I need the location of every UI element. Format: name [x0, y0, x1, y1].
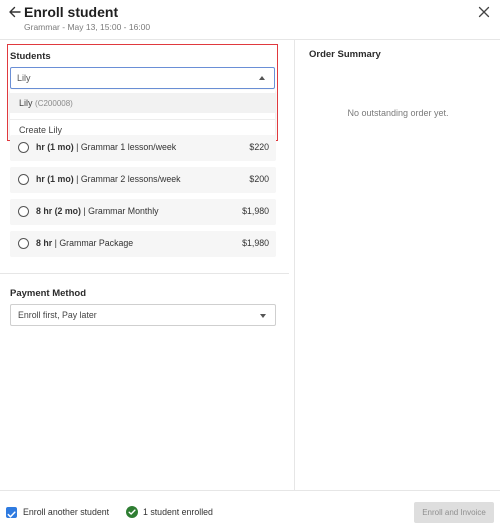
payment-method-select[interactable]: Enroll first, Pay later	[10, 304, 276, 326]
order-summary-panel: Order Summary No outstanding order yet.	[294, 40, 500, 490]
page-subtitle: Grammar - May 13, 15:00 - 16:00	[24, 22, 151, 32]
enrolled-status: 1 student enrolled	[143, 507, 213, 517]
back-arrow-icon[interactable]	[8, 5, 22, 19]
course-price: $220	[249, 142, 269, 152]
enroll-another-label[interactable]: Enroll another student	[23, 507, 109, 517]
radio-button[interactable]	[18, 206, 29, 217]
dialog-header: Enroll student Grammar - May 13, 15:00 -…	[0, 0, 500, 40]
enroll-and-invoice-button[interactable]: Enroll and Invoice	[414, 502, 494, 523]
check-icon	[7, 511, 16, 518]
highlight-box	[7, 44, 278, 141]
payment-method-value: Enroll first, Pay later	[18, 310, 97, 320]
radio-button[interactable]	[18, 174, 29, 185]
course-label: hr (1 mo) | Grammar 1 lesson/week	[36, 142, 177, 152]
course-option[interactable]: hr (1 mo) | Grammar 2 lessons/week $200	[10, 167, 276, 193]
course-label: hr (1 mo) | Grammar 2 lessons/week	[36, 174, 181, 184]
radio-button[interactable]	[18, 142, 29, 153]
payment-method-label: Payment Method	[10, 288, 87, 299]
chevron-down-icon	[260, 314, 266, 318]
course-option[interactable]: 8 hr | Grammar Package $1,980	[10, 231, 276, 257]
order-summary-empty: No outstanding order yet.	[347, 108, 449, 118]
check-circle-icon	[126, 506, 138, 518]
page-title: Enroll student	[24, 4, 119, 20]
course-label: 8 hr | Grammar Package	[36, 238, 134, 248]
course-label: 8 hr (2 mo) | Grammar Monthly	[36, 206, 159, 216]
course-price: $1,980	[242, 238, 269, 248]
enroll-form: Students Lily (C200008) Create Lily hr (…	[0, 40, 294, 490]
course-price: $1,980	[242, 206, 269, 216]
radio-button[interactable]	[18, 238, 29, 249]
section-divider	[0, 273, 289, 274]
course-price: $200	[249, 174, 269, 184]
order-summary-title: Order Summary	[309, 49, 381, 60]
close-icon[interactable]	[478, 6, 490, 18]
dialog-footer: Enroll another student 1 student enrolle…	[0, 490, 500, 527]
course-option[interactable]: 8 hr (2 mo) | Grammar Monthly $1,980	[10, 199, 276, 225]
enroll-another-checkbox[interactable]	[6, 507, 17, 518]
course-option[interactable]: hr (1 mo) | Grammar 1 lesson/week $220	[10, 135, 276, 161]
